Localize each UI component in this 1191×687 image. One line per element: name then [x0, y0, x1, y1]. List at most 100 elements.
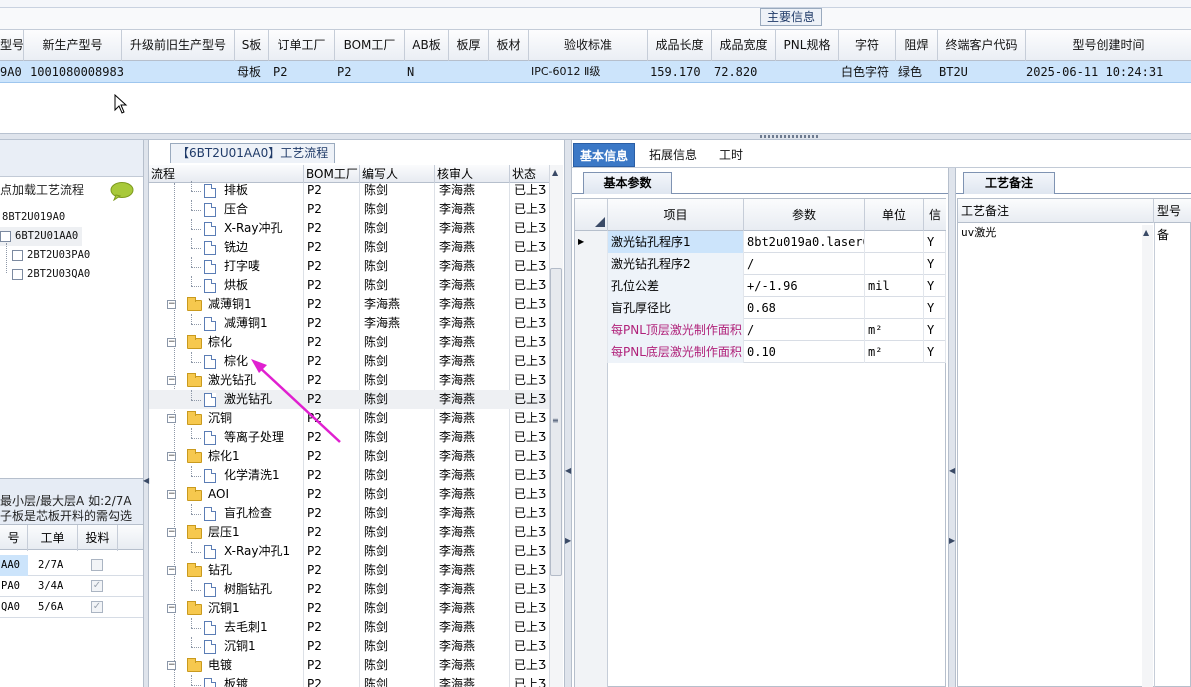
remark-scrollbar[interactable] [1142, 225, 1153, 687]
col-header-solder[interactable]: 阻焊 [896, 30, 938, 61]
tab-process-remark[interactable]: 工艺备注 [963, 172, 1055, 194]
table-row[interactable]: QA0 5/6A ✓ [0, 597, 145, 618]
flow-step-row[interactable]: 打字唛 P2 陈剑 李海燕 已上Ӡ [149, 257, 549, 276]
expand-arrow-icon[interactable]: ▶ [565, 536, 571, 545]
col-header-ab-board[interactable]: AB板 [405, 30, 449, 61]
scroll-up-icon[interactable]: ▲ [1143, 228, 1149, 237]
tab-extended-info[interactable]: 拓展信息 [643, 143, 703, 167]
param-unit-cell[interactable]: m² [865, 319, 924, 341]
flow-step-row[interactable]: 盲孔检查 P2 陈剑 李海燕 已上Ӡ [149, 504, 549, 523]
col-header-feed[interactable]: 投料 [78, 525, 118, 551]
tree-node-selected[interactable]: 6BT2U01AA0 [0, 227, 83, 246]
col-header-char[interactable]: 字符 [839, 30, 896, 61]
scroll-up-icon[interactable]: ▲ [552, 168, 558, 177]
collapse-toggle-icon[interactable]: − [167, 490, 176, 499]
param-flag-cell[interactable]: Y [924, 231, 946, 253]
flow-step-row[interactable]: 树脂钻孔 P2 陈剑 李海燕 已上Ӡ [149, 580, 549, 599]
feed-checkbox-checked[interactable]: ✓ [91, 580, 103, 592]
param-flag-cell[interactable]: Y [924, 341, 946, 363]
flow-step-row[interactable]: 棕化 P2 陈剑 李海燕 已上Ӡ [149, 352, 549, 371]
expand-arrow-icon[interactable]: ▶ [949, 536, 955, 545]
param-row[interactable]: 激光钻孔程序2/ Y [575, 253, 946, 275]
flow-group-row[interactable]: − 激光钻孔 P2 陈剑 李海燕 已上Ӡ [149, 371, 549, 390]
collapse-toggle-icon[interactable]: − [167, 452, 176, 461]
col-header-customer[interactable]: 终端客户代码 [938, 30, 1026, 61]
row-selector[interactable] [575, 319, 608, 341]
tab-basic-info[interactable]: 基本信息 [573, 143, 636, 167]
flow-step-row[interactable]: 减薄铜1 P2 李海燕 李海燕 已上Ӡ [149, 314, 549, 333]
tab-basic-params[interactable]: 基本参数 [583, 172, 672, 194]
col-header-thickness[interactable]: 板厚 [449, 30, 489, 61]
flow-step-row[interactable]: 去毛刺1 P2 陈剑 李海燕 已上Ӡ [149, 618, 549, 637]
col-header-width[interactable]: 成品宽度 [712, 30, 776, 61]
flow-group-row[interactable]: − 棕化1 P2 陈剑 李海燕 已上Ӡ [149, 447, 549, 466]
param-value-cell[interactable]: 8bt2u019a0.laser6-7 [744, 231, 865, 253]
flow-step-row[interactable]: 等离子处理 P2 陈剑 李海燕 已上Ӡ [149, 428, 549, 447]
collapse-toggle-icon[interactable]: − [167, 376, 176, 385]
flow-group-row[interactable]: − 钻孔 P2 陈剑 李海燕 已上Ӡ [149, 561, 549, 580]
collapse-arrow-icon[interactable]: ◀ [949, 466, 955, 475]
tab-work-hours[interactable]: 工时 [713, 143, 749, 167]
param-unit-cell[interactable] [865, 253, 924, 275]
remark-text[interactable]: uv激光 [961, 224, 996, 242]
col-header-flag[interactable]: 信 [924, 199, 946, 231]
flow-step-row[interactable]: 铣边 P2 陈剑 李海燕 已上Ӡ [149, 238, 549, 257]
col-header-model[interactable]: 型号 [0, 30, 24, 61]
param-row[interactable]: ▶激光钻孔程序18bt2u019a0.laser6-7 Y [575, 231, 946, 253]
col-header-item[interactable]: 项目 [608, 199, 744, 231]
collapse-toggle-icon[interactable]: − [167, 338, 176, 347]
tree-node-root[interactable]: 8BT2U019A0 [2, 208, 65, 227]
flow-step-row[interactable]: 激光钻孔 P2 陈剑 李海燕 已上Ӡ [149, 390, 549, 409]
row-selector[interactable] [575, 275, 608, 297]
feed-checkbox-checked[interactable]: ✓ [91, 601, 103, 613]
param-flag-cell[interactable]: Y [924, 275, 946, 297]
col-header-unit[interactable]: 单位 [865, 199, 924, 231]
row-selector[interactable] [575, 297, 608, 319]
horizontal-splitter[interactable] [0, 133, 1191, 140]
col-header-bom-factory[interactable]: BOM工厂 [335, 30, 405, 61]
param-value-cell[interactable]: / [744, 253, 865, 275]
param-flag-cell[interactable]: Y [924, 319, 946, 341]
vertical-splitter[interactable] [564, 140, 572, 687]
col-header-old-model[interactable]: 升级前旧生产型号 [122, 30, 235, 61]
col-header-length[interactable]: 成品长度 [648, 30, 712, 61]
flow-title[interactable]: 【6BT2U01AA0】工艺流程 [170, 143, 336, 163]
param-row[interactable]: 每PNL顶层激光制作面积 / m² Y [575, 319, 946, 341]
col-header-created[interactable]: 型号创建时间 [1026, 30, 1191, 61]
splitter-grip-icon[interactable] [760, 135, 820, 138]
param-flag-cell[interactable]: Y [924, 297, 946, 319]
col-header-remark[interactable]: 工艺备注 [958, 199, 1154, 223]
tree-node-child[interactable]: 2BT2U03PA0 [12, 246, 90, 265]
col-header-material[interactable]: 板材 [489, 30, 529, 61]
col-header-new-model[interactable]: 新生产型号 [24, 30, 122, 61]
table-row[interactable]: AA0 2/7A [0, 555, 145, 576]
flow-step-row[interactable]: 压合 P2 陈剑 李海燕 已上Ӡ [149, 200, 549, 219]
collapse-toggle-icon[interactable]: − [167, 604, 176, 613]
flow-step-row[interactable]: X-Ray冲孔 P2 陈剑 李海燕 已上Ӡ [149, 219, 549, 238]
tree-node-child[interactable]: 2BT2U03QA0 [12, 265, 90, 284]
collapse-toggle-icon[interactable]: − [167, 661, 176, 670]
collapse-toggle-icon[interactable]: − [167, 414, 176, 423]
flow-step-row[interactable]: 板镀 P2 陈剑 李海燕 已上Ӡ [149, 675, 549, 687]
param-unit-cell[interactable] [865, 297, 924, 319]
flow-step-row[interactable]: 烘板 P2 陈剑 李海燕 已上Ӡ [149, 276, 549, 295]
col-header-acceptance[interactable]: 验收标准 [529, 30, 648, 61]
col-header-order-factory[interactable]: 订单工厂 [269, 30, 335, 61]
flow-group-row[interactable]: − 电镀 P2 陈剑 李海燕 已上Ӡ [149, 656, 549, 675]
param-value-cell[interactable]: +/-1.96 [744, 275, 865, 297]
param-unit-cell[interactable]: mil [865, 275, 924, 297]
collapse-toggle-icon[interactable]: − [167, 300, 176, 309]
flow-step-row[interactable]: 排板 P2 陈剑 李海燕 已上Ӡ [149, 181, 549, 200]
param-row[interactable]: 盲孔厚径比 0.68 Y [575, 297, 946, 319]
flow-step-row[interactable]: X-Ray冲孔1 P2 陈剑 李海燕 已上Ӡ [149, 542, 549, 561]
flow-group-row[interactable]: −沉铜P2陈剑李海燕已上Ӡ [149, 409, 549, 428]
collapse-arrow-icon[interactable]: ◀ [565, 466, 571, 475]
collapse-toggle-icon[interactable]: − [167, 528, 176, 537]
param-flag-cell[interactable]: Y [924, 253, 946, 275]
param-row[interactable]: 每PNL底层激光制作面积 0.10 m² Y [575, 341, 946, 363]
param-unit-cell[interactable]: m² [865, 341, 924, 363]
col-header-pnl[interactable]: PNL规格 [776, 30, 839, 61]
param-unit-cell[interactable] [865, 231, 924, 253]
scroll-grip-icon[interactable]: ≡ [552, 416, 559, 425]
flow-step-row[interactable]: 沉铜1 P2 陈剑 李海燕 已上Ӡ [149, 637, 549, 656]
